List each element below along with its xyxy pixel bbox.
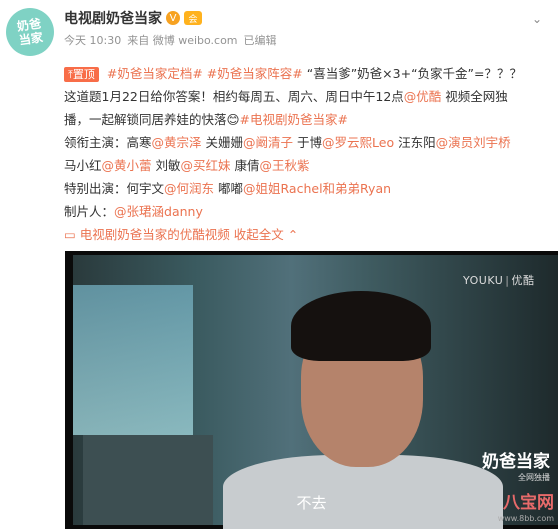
post-text: 康倩: [230, 158, 260, 173]
post-time[interactable]: 今天 10:30: [64, 32, 121, 48]
smile-emoji-icon: 😊: [226, 112, 240, 127]
username-link[interactable]: 电视剧奶爸当家: [64, 8, 162, 28]
mention-link[interactable]: @张珺涵danny: [114, 204, 203, 219]
post-header: 电视剧奶爸当家 V 会 ⌄ 今天 10:30 来自 微博 weibo.com 已…: [64, 8, 548, 48]
mention-link[interactable]: @罗云熙Leo: [322, 135, 394, 150]
post-source[interactable]: 来自 微博 weibo.com: [127, 32, 237, 48]
verified-badge-icon: V: [166, 11, 180, 25]
mention-link[interactable]: @黄小蕾: [102, 158, 152, 173]
background-window: [73, 285, 193, 435]
video-link[interactable]: ▭ 电视剧奶爸当家的优酷视频: [64, 227, 230, 242]
pinned-badge: ⤒置顶: [64, 67, 99, 82]
avatar[interactable]: 奶爸当家: [6, 8, 54, 56]
post-meta: 今天 10:30 来自 微博 weibo.com 已编辑: [64, 32, 548, 48]
video-frame: [73, 255, 558, 529]
actor-hair: [291, 291, 431, 361]
show-logo: 奶爸当家 全网独播: [482, 452, 550, 482]
hashtag-link[interactable]: #电视剧奶爸当家#: [240, 112, 348, 127]
mention-link[interactable]: @何润东: [164, 181, 214, 196]
post-text: 视频全网独: [441, 89, 508, 104]
collapse-text-button[interactable]: 收起全文 ⌃: [234, 227, 298, 242]
mention-link[interactable]: @王秋紫: [260, 158, 310, 173]
youku-logo: YOUKU | 优酷: [463, 274, 535, 287]
chevron-down-icon[interactable]: ⌄: [532, 12, 542, 26]
post-text: 播，一起解锁同居养娃的快落: [64, 112, 227, 127]
mention-link[interactable]: @演员刘宇桥: [436, 135, 511, 150]
mention-link[interactable]: @阚清子: [243, 135, 293, 150]
post-content: ⤒置顶 #奶爸当家定档# #奶爸当家阵容# “喜当爹”奶爸×3+“负家千金”=？…: [64, 62, 554, 246]
hashtag-link[interactable]: #奶爸当家阵容#: [207, 66, 303, 81]
producer-label: 制片人：: [64, 204, 115, 219]
post-text: 关姗姗: [201, 135, 244, 150]
post-text: 马小红: [64, 158, 102, 173]
post-text: “喜当爹”奶爸×3+“负家千金”=？？？: [306, 66, 523, 81]
special-label: 特别出演：何宇文: [64, 181, 165, 196]
mention-link[interactable]: @黄宗泽: [152, 135, 202, 150]
avatar-logo-text: 奶爸当家: [16, 16, 44, 48]
post-text: 于博: [293, 135, 323, 150]
video-player[interactable]: YOUKU | 优酷 奶爸当家 全网独播 不去 八宝网 www.8bb.com: [65, 251, 558, 529]
post-text: 这道题1月22日给你答案！相约每周五、周六、周日中午12点: [64, 89, 404, 104]
cast-label: 领衔主演：高寒: [64, 135, 152, 150]
post-text: 刘敏: [151, 158, 181, 173]
video-subtitle: 不去: [296, 494, 327, 512]
vip-badge-icon[interactable]: 会: [184, 11, 202, 25]
hashtag-link[interactable]: #奶爸当家定档#: [107, 66, 203, 81]
post-text: 汪东阳: [394, 135, 436, 150]
post-text: 嘟嘟: [214, 181, 244, 196]
mention-link[interactable]: @优酷: [404, 89, 442, 104]
mention-link[interactable]: @买红妹: [181, 158, 231, 173]
video-icon: ▭: [64, 227, 80, 242]
edited-label: 已编辑: [243, 34, 277, 47]
mention-link[interactable]: @姐姐Rachel和弟弟Ryan: [243, 181, 391, 196]
site-watermark: 八宝网 www.8bb.com: [497, 493, 554, 524]
chevron-up-icon: ⌃: [287, 227, 299, 242]
